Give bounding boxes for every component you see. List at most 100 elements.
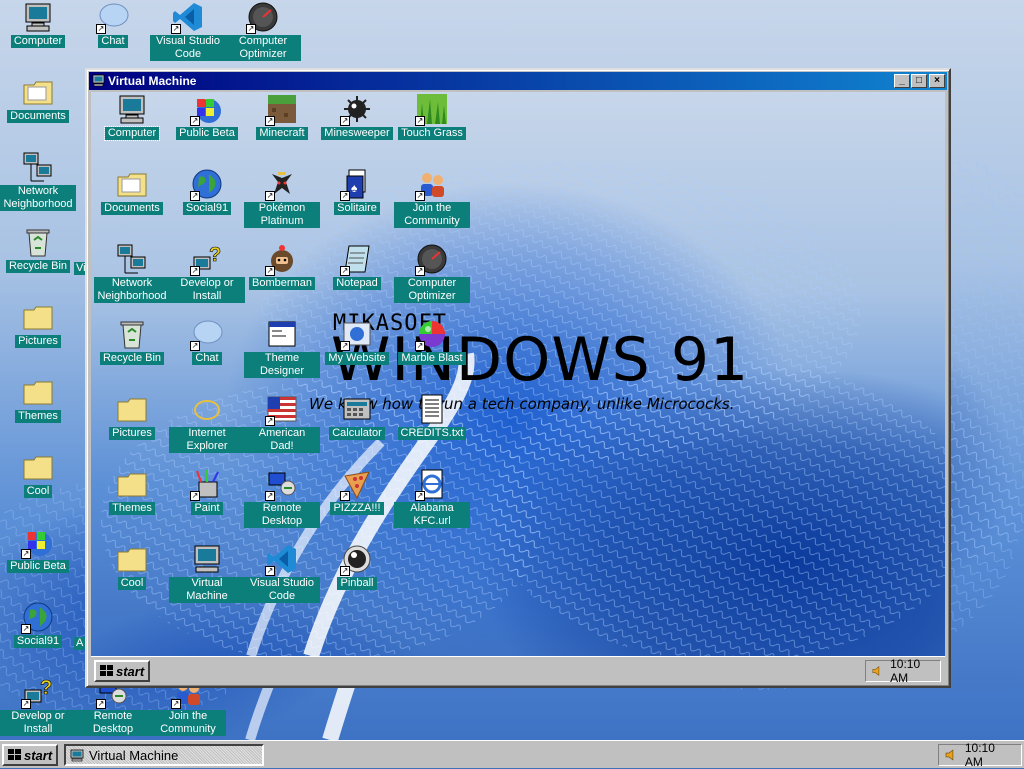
- window-designer-icon: [265, 317, 299, 351]
- vm-icon-develop-or-install[interactable]: ? ↗ Develop or Install: [169, 242, 245, 303]
- vm-clock[interactable]: 10:10 AM: [890, 657, 934, 685]
- vm-icon-paint[interactable]: ↗ Paint: [169, 467, 245, 515]
- desktop-icon-label: Recycle Bin: [5, 260, 71, 273]
- vm-icon-label: American Dad!: [244, 427, 320, 453]
- volume-icon[interactable]: [945, 749, 959, 761]
- shortcut-arrow-icon: ↗: [265, 416, 275, 426]
- shortcut-arrow-icon: ↗: [265, 116, 275, 126]
- computer-icon: [70, 749, 84, 761]
- vm-icon-pizzza[interactable]: ↗ PIZZZA!!!: [319, 467, 395, 515]
- pinball-icon: ↗: [340, 542, 374, 576]
- clock[interactable]: 10:10 AM: [965, 741, 1015, 769]
- volume-icon[interactable]: [872, 665, 884, 677]
- vm-icon-internet-explorer[interactable]: e Internet Explorer: [169, 392, 245, 453]
- desktop-icon-label: Computer: [10, 35, 66, 48]
- cards-icon: ♠ ↗: [340, 167, 374, 201]
- vm-icon-touch-grass[interactable]: ↗ Touch Grass: [394, 92, 470, 140]
- vm-start-button[interactable]: start: [94, 660, 151, 682]
- vm-icon-computer-optimizer[interactable]: ↗ Computer Optimizer: [394, 242, 470, 303]
- desktop-icon-themes[interactable]: Themes: [0, 375, 76, 423]
- vm-icon-american-dad[interactable]: ↗ American Dad!: [244, 392, 320, 453]
- globe-icon: ↗: [190, 167, 224, 201]
- vm-icon-calculator[interactable]: Calculator: [319, 392, 395, 440]
- vm-icon-computer[interactable]: Computer: [94, 92, 170, 141]
- vm-icon-recycle-bin[interactable]: Recycle Bin: [94, 317, 170, 365]
- shortcut-arrow-icon: ↗: [265, 566, 275, 576]
- vm-icon-social91[interactable]: ↗ Social91: [169, 167, 245, 215]
- paint-icon: ↗: [190, 467, 224, 501]
- vm-icon-label: Virtual Machine: [169, 577, 245, 603]
- desktop-icon-public-beta[interactable]: ↗ Public Beta: [0, 525, 76, 573]
- desktop-icon-chat[interactable]: ↗ Chat: [75, 0, 151, 48]
- vm-icon-pokemon-platinum[interactable]: ↗ Pokémon Platinum: [244, 167, 320, 228]
- shortcut-arrow-icon: ↗: [96, 699, 106, 709]
- computer-icon: [190, 542, 224, 576]
- shortcut-arrow-icon: ↗: [21, 624, 31, 634]
- vm-icon-label: Touch Grass: [398, 127, 466, 140]
- hidden-icon-label[interactable]: A: [74, 637, 86, 650]
- desktop-icon-vscode[interactable]: ↗ Visual Studio Code: [150, 0, 226, 61]
- window-titlebar[interactable]: Virtual Machine _ □ ×: [89, 72, 947, 90]
- start-button[interactable]: start: [2, 744, 59, 766]
- vm-system-tray: 10:10 AM: [865, 657, 941, 685]
- vm-icon-my-website[interactable]: ↗ My Website: [319, 317, 395, 365]
- vm-icon-theme-designer[interactable]: Theme Designer: [244, 317, 320, 378]
- desktop-icon-computer-optimizer[interactable]: ↗ Computer Optimizer: [225, 0, 301, 61]
- shortcut-arrow-icon: ↗: [340, 491, 350, 501]
- vm-screen[interactable]: MIKASOFT WINDOWS 91 We know how to run a…: [91, 92, 945, 656]
- vm-icon-join-community[interactable]: ↗ Join the Community: [394, 167, 470, 228]
- desktop-icon-recycle-bin[interactable]: Recycle Bin: [0, 225, 76, 273]
- desktop-icon-documents[interactable]: Documents: [0, 75, 76, 123]
- virtual-machine-window[interactable]: Virtual Machine _ □ × MIKASOFT WINDOWS 9…: [85, 68, 951, 688]
- desktop-icon-cool[interactable]: Cool: [0, 450, 76, 498]
- shortcut-arrow-icon: ↗: [21, 699, 31, 709]
- text-file-icon: [415, 392, 449, 426]
- shortcut-arrow-icon: ↗: [265, 491, 275, 501]
- vm-icon-chat[interactable]: ↗ Chat: [169, 317, 245, 365]
- shortcut-arrow-icon: ↗: [340, 566, 350, 576]
- pokemon-icon: ↗: [265, 167, 299, 201]
- desktop-icon-pictures[interactable]: Pictures: [0, 300, 76, 348]
- desktop-icon-computer[interactable]: Computer: [0, 0, 76, 48]
- vm-icon-notepad[interactable]: ↗ Notepad: [319, 242, 395, 290]
- taskbar-item-virtual-machine[interactable]: Virtual Machine: [64, 744, 264, 766]
- maximize-button[interactable]: □: [911, 74, 927, 88]
- vm-icon-documents[interactable]: Documents: [94, 167, 170, 215]
- desktop-icon-label: Pictures: [15, 335, 61, 348]
- us-flag-icon: ↗: [265, 392, 299, 426]
- desktop-icon-network-neighborhood[interactable]: Network Neighborhood: [0, 150, 76, 211]
- vm-icon-themes[interactable]: Themes: [94, 467, 170, 515]
- close-button[interactable]: ×: [929, 74, 945, 88]
- vm-icon-minecraft[interactable]: ↗ Minecraft: [244, 92, 320, 140]
- shortcut-arrow-icon: ↗: [265, 191, 275, 201]
- vm-icon-public-beta[interactable]: ↗ Public Beta: [169, 92, 245, 140]
- folder-documents-icon: [21, 75, 55, 109]
- vm-icon-alabama-kfc[interactable]: ↗ Alabama KFC.url: [394, 467, 470, 528]
- vm-icon-label: Internet Explorer: [169, 427, 245, 453]
- minimize-button[interactable]: _: [894, 74, 910, 88]
- desktop-icon-label: Chat: [98, 35, 128, 48]
- folder-icon: [21, 300, 55, 334]
- vm-icon-label: Computer Optimizer: [394, 277, 470, 303]
- network-icon: [115, 242, 149, 276]
- vm-icon-solitaire[interactable]: ♠ ↗ Solitaire: [319, 167, 395, 215]
- maximize-icon: □: [915, 75, 923, 86]
- desktop-icon-social91[interactable]: ↗ Social91: [0, 600, 76, 648]
- shortcut-arrow-icon: ↗: [340, 266, 350, 276]
- vm-icon-label: Social91: [182, 202, 232, 215]
- vm-icon-pinball[interactable]: ↗ Pinball: [319, 542, 395, 590]
- vm-icon-pictures[interactable]: Pictures: [94, 392, 170, 440]
- vm-icon-marble-blast[interactable]: ↗ Marble Blast: [394, 317, 470, 365]
- vm-icon-remote-desktop[interactable]: ↗ Remote Desktop: [244, 467, 320, 528]
- vm-icon-network-neighborhood[interactable]: Network Neighborhood: [94, 242, 170, 303]
- vm-icon-minesweeper[interactable]: ↗ Minesweeper: [319, 92, 395, 140]
- vm-icon-virtual-machine[interactable]: Virtual Machine: [169, 542, 245, 603]
- vm-icon-visual-studio-code[interactable]: ↗ Visual Studio Code: [244, 542, 320, 603]
- shortcut-arrow-icon: ↗: [190, 116, 200, 126]
- vm-icon-credits-txt[interactable]: CREDITS.txt: [394, 392, 470, 440]
- desktop-icon-develop-or-install[interactable]: ? ↗ Develop or Install: [0, 675, 76, 736]
- desktop-icon-label: Cool: [23, 485, 53, 498]
- people-icon: ↗: [415, 167, 449, 201]
- vm-icon-cool[interactable]: Cool: [94, 542, 170, 590]
- vm-icon-bomberman[interactable]: ↗ Bomberman: [244, 242, 320, 290]
